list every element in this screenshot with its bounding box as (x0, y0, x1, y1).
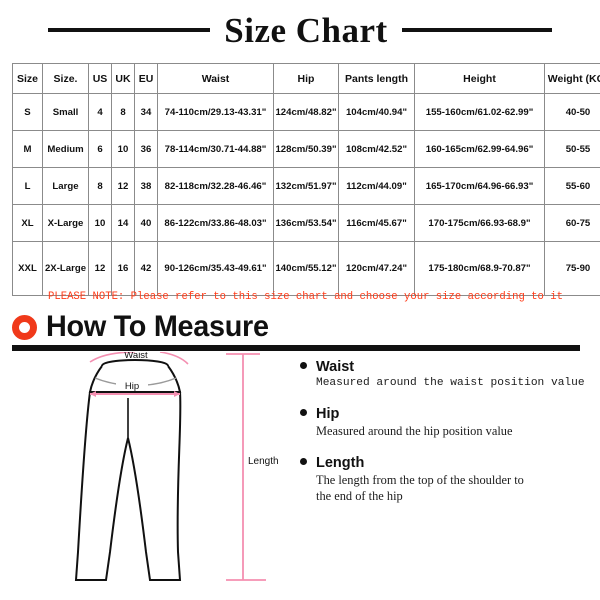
cell-height: 155-160cm/61.02-62.99" (414, 93, 545, 131)
title-rule-left (48, 28, 211, 32)
table-row: XL X-Large 10 14 40 86-122cm/33.86-48.03… (12, 204, 600, 242)
cell-pants-length: 104cm/40.94" (338, 93, 415, 131)
table-row: XXL 2X-Large 12 16 42 90-126cm/35.43-49.… (12, 241, 600, 296)
bullet-title-length: Length (316, 454, 365, 471)
cell-height: 170-175cm/66.93-68.9" (414, 204, 545, 242)
cell-weight: 75-90 (544, 241, 600, 296)
title-rule-right (401, 28, 552, 32)
cell-uk: 16 (111, 241, 135, 296)
cell-waist: 90-126cm/35.43-49.61" (157, 241, 274, 296)
cell-eu: 34 (134, 93, 158, 131)
col-header-pants-length: Pants length (338, 63, 415, 94)
cell-us: 8 (88, 167, 112, 205)
cell-us: 6 (88, 130, 112, 168)
cell-eu: 40 (134, 204, 158, 242)
bullet-title-waist: Waist (316, 359, 355, 375)
cell-size-word: Small (42, 93, 89, 131)
col-header-hip: Hip (273, 63, 339, 94)
cell-height: 165-170cm/64.96-66.93" (414, 167, 545, 205)
cell-size: XXL (12, 241, 43, 296)
cell-hip: 132cm/51.97" (273, 167, 339, 205)
cell-us: 4 (88, 93, 112, 131)
table-row: M Medium 6 10 36 78-114cm/30.71-44.88" 1… (12, 130, 600, 168)
cell-pants-length: 120cm/47.24" (338, 241, 415, 296)
diagram-length-label: Length (248, 456, 279, 467)
cell-weight: 50-55 (544, 130, 600, 168)
cell-hip: 136cm/53.54" (273, 204, 339, 242)
col-header-eu: EU (134, 63, 158, 94)
cell-hip: 124cm/48.82" (273, 93, 339, 131)
diagram-waist-label: Waist (124, 352, 148, 361)
col-header-waist: Waist (157, 63, 274, 94)
cell-pants-length: 112cm/44.09" (338, 167, 415, 205)
cell-height: 175-180cm/68.9-70.87" (414, 241, 545, 296)
cell-weight: 60-75 (544, 204, 600, 242)
list-item: Length The length from the top of the sh… (300, 454, 592, 505)
cell-size-word: 2X-Large (42, 241, 89, 296)
cell-size: S (12, 93, 43, 131)
diagram-hip-label: Hip (125, 381, 139, 392)
cell-size: XL (12, 204, 43, 242)
cell-uk: 8 (111, 93, 135, 131)
cell-size-word: Medium (42, 130, 89, 168)
cell-eu: 38 (134, 167, 158, 205)
cell-us: 12 (88, 241, 112, 296)
cell-waist: 78-114cm/30.71-44.88" (157, 130, 274, 168)
how-to-measure-underline (12, 345, 580, 351)
cell-height: 160-165cm/62.99-64.96" (414, 130, 545, 168)
bullet-desc-length-line1: The length from the top of the shoulder … (316, 472, 524, 487)
page-title: Size Chart (0, 8, 600, 52)
col-header-uk: UK (111, 63, 135, 94)
list-item: Waist Measured around the waist position… (300, 359, 592, 391)
cell-waist: 82-118cm/32.28-46.46" (157, 167, 274, 205)
col-header-size-word: Size. (42, 63, 89, 94)
bullet-dot-icon (300, 457, 307, 465)
bullet-desc-length-line2: the end of the hip (316, 489, 403, 504)
table-header-row: Size Size. US UK EU Waist Hip Pants leng… (12, 63, 600, 94)
cell-uk: 12 (111, 167, 135, 205)
cell-uk: 10 (111, 130, 135, 168)
cell-size-word: Large (42, 167, 89, 205)
page-title-text: Size Chart (224, 10, 388, 50)
how-to-measure-heading: How To Measure (12, 312, 278, 342)
list-item: Hip Measured around the hip position val… (300, 406, 592, 440)
cell-size: L (12, 167, 43, 205)
bullet-desc-hip: Measured around the hip position value (316, 423, 513, 438)
pants-diagram-svg: Waist Hip Length (74, 350, 291, 581)
table-row: S Small 4 8 34 74-110cm/29.13-43.31" 124… (12, 93, 600, 131)
cell-size-word: X-Large (42, 204, 89, 242)
cell-eu: 36 (134, 130, 158, 168)
cell-weight: 40-50 (544, 93, 600, 131)
cell-size: M (12, 130, 43, 168)
how-to-measure-title: How To Measure (46, 310, 269, 343)
cell-us: 10 (88, 204, 112, 242)
col-header-height: Height (414, 63, 545, 94)
size-chart-page: Size Chart Size Size. US UK EU Waist Hip… (0, 0, 600, 600)
bullet-dot-icon (300, 409, 307, 417)
bullet-title-hip: Hip (316, 406, 340, 423)
table-row: L Large 8 12 38 82-118cm/32.28-46.46" 13… (12, 167, 600, 205)
cell-hip: 128cm/50.39" (273, 130, 339, 168)
bullet-dot-icon (300, 362, 307, 369)
col-header-size: Size (12, 63, 43, 94)
measure-bullet-list: Waist Measured around the waist position… (300, 359, 592, 521)
col-header-weight: Weight (KG) (544, 63, 600, 94)
size-table: Size Size. US UK EU Waist Hip Pants leng… (12, 63, 600, 296)
cell-pants-length: 108cm/42.52" (338, 130, 415, 168)
cell-hip: 140cm/55.12" (273, 241, 339, 296)
please-note-text: PLEASE NOTE: Please refer to this size c… (48, 291, 563, 303)
cell-waist: 86-122cm/33.86-48.03" (157, 204, 274, 242)
cell-waist: 74-110cm/29.13-43.31" (157, 93, 274, 131)
cell-eu: 42 (134, 241, 158, 296)
cell-pants-length: 116cm/45.67" (338, 204, 415, 242)
bullet-desc-waist: Measured around the waist position value (316, 376, 585, 389)
cell-weight: 55-60 (544, 167, 600, 205)
ring-bullet-icon (12, 314, 37, 340)
pants-diagram: Waist Hip Length (40, 350, 291, 597)
cell-uk: 14 (111, 204, 135, 242)
col-header-us: US (88, 63, 112, 94)
